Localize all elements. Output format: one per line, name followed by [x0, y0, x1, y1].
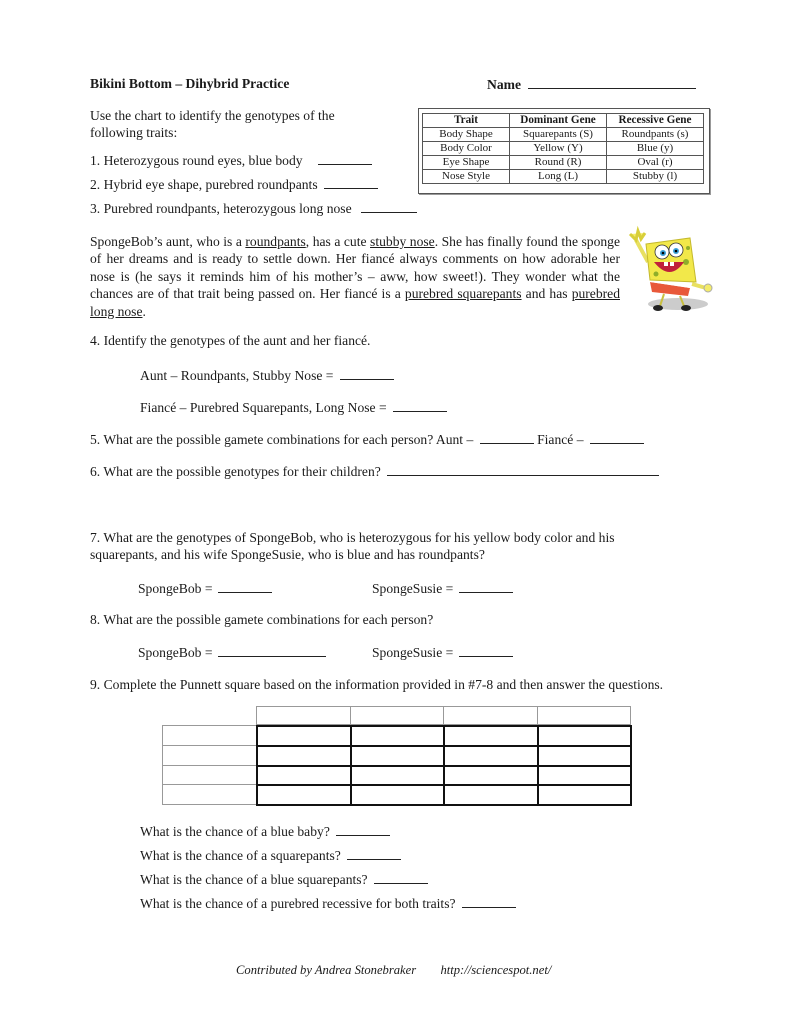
question-4-fiance: Fiancé – Purebred Squarepants, Long Nose…	[140, 399, 448, 416]
q8-spongebob: SpongeBob =	[138, 644, 326, 661]
question-4-aunt: Aunt – Roundpants, Stubby Nose =	[140, 367, 394, 384]
punnett-row-header[interactable]	[162, 744, 257, 766]
question-2: 2. Hybrid eye shape, purebred roundpants	[90, 176, 379, 193]
punnett-column-header[interactable]	[349, 706, 444, 725]
punnett-cell[interactable]	[349, 764, 445, 787]
question-5: 5. What are the possible gamete combinat…	[90, 431, 644, 448]
followup-blank-4[interactable]	[461, 895, 516, 908]
dominant-cell: Round (R)	[509, 155, 607, 170]
punnett-cell[interactable]	[443, 744, 539, 767]
trait-table: Trait Dominant Gene Recessive Gene Body …	[422, 113, 704, 184]
underlined-purebred-squarepants: purebred squarepants	[404, 286, 522, 302]
recessive-cell: Roundpants (s)	[606, 127, 704, 142]
story-paragraph: SpongeBob’s aunt, who is a roundpants, h…	[90, 234, 620, 319]
answer-blank-3[interactable]	[361, 200, 418, 213]
punnett-cell[interactable]	[256, 744, 352, 767]
punnett-cell[interactable]	[349, 784, 445, 807]
children-genotypes-blank[interactable]	[387, 463, 660, 476]
question-8: 8. What are the possible gamete combinat…	[90, 612, 434, 627]
followup-blank-2[interactable]	[347, 847, 402, 860]
trait-cell: Body Shape	[422, 127, 510, 142]
name-label: Name	[487, 77, 521, 92]
question-7-line-1: 7. What are the genotypes of SpongeBob, …	[90, 530, 615, 545]
followup-1: What is the chance of a blue baby?	[140, 823, 391, 840]
question-6: 6. What are the possible genotypes for t…	[90, 463, 660, 480]
punnett-cell[interactable]	[349, 725, 445, 747]
name-blank[interactable]	[528, 76, 697, 89]
intro-line-1: Use the chart to identify the genotypes …	[90, 108, 335, 123]
fiance-genotype-blank[interactable]	[393, 399, 448, 412]
punnett-row-header[interactable]	[162, 764, 257, 786]
fiance-gametes-blank[interactable]	[589, 431, 644, 444]
q8-spongebob-blank[interactable]	[217, 644, 326, 657]
aunt-gametes-blank[interactable]	[479, 431, 534, 444]
dominant-cell: Squarepants (S)	[509, 127, 607, 142]
question-1: 1. Heterozygous round eyes, blue body	[90, 152, 372, 169]
underlined-roundpants: roundpants	[245, 234, 306, 249]
q7-spongesusie: SpongeSusie =	[372, 580, 513, 597]
q7-spongebob: SpongeBob =	[138, 580, 272, 597]
spongebob-image	[628, 225, 713, 311]
followup-4: What is the chance of a purebred recessi…	[140, 895, 516, 912]
punnett-row-header[interactable]	[162, 784, 257, 806]
table-row: Eye Shape Round (R) Oval (r)	[422, 155, 704, 170]
answer-blank-1[interactable]	[317, 152, 372, 165]
punnett-column-header[interactable]	[536, 706, 631, 725]
question-3: 3. Purebred roundpants, heterozygous lon…	[90, 200, 418, 217]
followup-2: What is the chance of a squarepants?	[140, 847, 402, 864]
followup-blank-1[interactable]	[336, 823, 391, 836]
punnett-cell[interactable]	[443, 764, 539, 787]
punnett-cell[interactable]	[256, 764, 352, 787]
followup-3: What is the chance of a blue squarepants…	[140, 871, 429, 888]
worksheet-title: Bikini Bottom – Dihybrid Practice	[90, 76, 290, 91]
dominant-cell: Yellow (Y)	[509, 141, 607, 156]
punnett-column-header[interactable]	[443, 706, 538, 725]
trait-cell: Body Color	[422, 141, 510, 156]
punnett-cell[interactable]	[536, 784, 632, 807]
q7-spongebob-blank[interactable]	[217, 580, 272, 593]
trait-cell: Nose Style	[422, 169, 510, 184]
q8-spongesusie: SpongeSusie =	[372, 644, 513, 661]
intro-line-2: following traits:	[90, 125, 178, 140]
punnett-cell[interactable]	[536, 744, 632, 767]
q8-spongesusie-blank[interactable]	[458, 644, 513, 657]
q7-spongesusie-blank[interactable]	[458, 580, 513, 593]
punnett-cell[interactable]	[536, 725, 632, 747]
footer-url[interactable]: http://sciencespot.net/	[440, 963, 551, 977]
table-row: Body Shape Squarepants (S) Roundpants (s…	[422, 127, 704, 142]
followup-blank-3[interactable]	[374, 871, 429, 884]
underlined-stubby-nose: stubby nose	[370, 234, 435, 249]
footer: Contributed by Andrea Stonebraker http:/…	[236, 963, 551, 978]
table-row: Nose Style Long (L) Stubby (l)	[422, 169, 704, 184]
question-7-line-2: squarepants, and his wife SpongeSusie, w…	[90, 547, 485, 562]
recessive-cell: Oval (r)	[606, 155, 704, 170]
punnett-cell[interactable]	[256, 784, 352, 807]
recessive-cell: Stubby (l)	[606, 169, 704, 184]
punnett-column-header[interactable]	[256, 706, 351, 725]
punnett-cell[interactable]	[256, 725, 352, 747]
trait-cell: Eye Shape	[422, 155, 510, 170]
trait-header: Trait	[422, 113, 510, 128]
dominant-header: Dominant Gene	[509, 113, 607, 128]
table-row: Body Color Yellow (Y) Blue (y)	[422, 141, 704, 156]
punnett-cell[interactable]	[536, 764, 632, 787]
answer-blank-2[interactable]	[324, 176, 379, 189]
punnett-cell[interactable]	[349, 744, 445, 767]
question-9: 9. Complete the Punnett square based on …	[90, 677, 664, 692]
aunt-genotype-blank[interactable]	[339, 367, 394, 380]
punnett-cell[interactable]	[443, 725, 539, 747]
name-field[interactable]: Name	[487, 76, 697, 93]
footer-credit: Contributed by Andrea Stonebraker	[236, 963, 417, 977]
dominant-cell: Long (L)	[509, 169, 607, 184]
punnett-row-header[interactable]	[162, 725, 257, 746]
recessive-cell: Blue (y)	[606, 141, 704, 156]
recessive-header: Recessive Gene	[606, 113, 704, 128]
question-4: 4. Identify the genotypes of the aunt an…	[90, 333, 371, 348]
punnett-cell[interactable]	[443, 784, 539, 807]
